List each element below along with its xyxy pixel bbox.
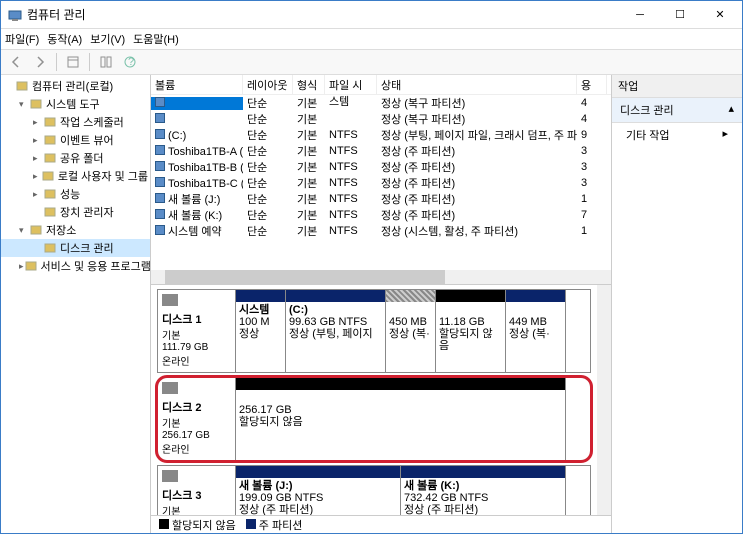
col-volume[interactable]: 볼륨 — [151, 75, 243, 94]
volume-row[interactable]: 새 볼륨 (K:)단순기본NTFS정상 (주 파티션)7 — [151, 207, 611, 223]
disk-label[interactable]: 디스크 2기본256.17 GB온라인 — [158, 378, 236, 460]
tree-item-1[interactable]: ▾시스템 도구 — [1, 95, 150, 113]
legend-unalloc: 할당되지 않음 — [172, 520, 236, 532]
partition[interactable]: 449 MB정상 (복· — [506, 290, 566, 372]
forward-button[interactable] — [29, 51, 51, 73]
menu-action[interactable]: 동작(A) — [47, 31, 82, 47]
minimize-button[interactable]: ─ — [620, 2, 660, 28]
partition[interactable]: 256.17 GB할당되지 않음 — [236, 378, 566, 460]
col-cap[interactable]: 용 — [577, 75, 607, 94]
tree-item-5[interactable]: ▸로컬 사용자 및 그룹 — [1, 167, 150, 185]
partition[interactable]: 새 볼륨 (K:)732.42 GB NTFS정상 (주 파티션) — [401, 466, 566, 515]
volume-row[interactable]: Toshiba1TB-A (D:)단순기본NTFS정상 (주 파티션)3 — [151, 143, 611, 159]
col-type[interactable]: 형식 — [293, 75, 325, 94]
disk-row-1[interactable]: 디스크 2기본256.17 GB온라인256.17 GB할당되지 않음 — [157, 377, 591, 461]
volume-row[interactable]: 단순기본정상 (복구 파티션)4 — [151, 95, 611, 111]
volume-list[interactable]: 볼륨 레이아웃 형식 파일 시스템 상태 용 단순기본정상 (복구 파티션)4단… — [151, 75, 611, 285]
menubar: 파일(F) 동작(A) 보기(V) 도움말(H) — [1, 29, 742, 49]
disk-row-0[interactable]: 디스크 1기본111.79 GB온라인시스템100 M정상(C:)99.63 G… — [157, 289, 591, 373]
volume-header[interactable]: 볼륨 레이아웃 형식 파일 시스템 상태 용 — [151, 75, 611, 95]
collapse-icon[interactable]: ▴ — [728, 102, 734, 118]
tree-item-8[interactable]: ▾저장소 — [1, 221, 150, 239]
menu-file[interactable]: 파일(F) — [5, 31, 39, 47]
tree-item-2[interactable]: ▸작업 스케줄러 — [1, 113, 150, 131]
close-button[interactable]: ✕ — [700, 2, 740, 28]
maximize-button[interactable]: ☐ — [660, 2, 700, 28]
view-button[interactable] — [62, 51, 84, 73]
disk-label[interactable]: 디스크 1기본111.79 GB온라인 — [158, 290, 236, 372]
col-fs[interactable]: 파일 시스템 — [325, 75, 377, 94]
v-scrollbar[interactable] — [597, 285, 611, 515]
toolbar: ? — [1, 49, 742, 75]
actions-title[interactable]: 디스크 관리 ▴ — [612, 98, 742, 123]
volume-row[interactable]: 시스템 예약단순기본NTFS정상 (시스템, 활성, 주 파티션)1 — [151, 223, 611, 239]
svg-text:?: ? — [128, 56, 134, 68]
tree-item-0[interactable]: 컴퓨터 관리(로컬) — [1, 77, 150, 95]
volume-row[interactable]: 단순기본정상 (복구 파티션)4 — [151, 111, 611, 127]
window-title: 컴퓨터 관리 — [27, 6, 620, 23]
refresh-button[interactable] — [95, 51, 117, 73]
back-button[interactable] — [5, 51, 27, 73]
nav-tree[interactable]: 컴퓨터 관리(로컬)▾시스템 도구▸작업 스케줄러▸이벤트 뷰어▸공유 폴더▸로… — [1, 75, 151, 533]
volume-row[interactable]: 새 볼륨 (J:)단순기본NTFS정상 (주 파티션)1 — [151, 191, 611, 207]
app-icon — [7, 7, 23, 23]
actions-more[interactable]: 기타 작업 ▸ — [612, 123, 742, 147]
menu-help[interactable]: 도움말(H) — [133, 31, 179, 47]
tree-item-4[interactable]: ▸공유 폴더 — [1, 149, 150, 167]
tree-item-3[interactable]: ▸이벤트 뷰어 — [1, 131, 150, 149]
tree-item-9[interactable]: 디스크 관리 — [1, 239, 150, 257]
actions-pane: 작업 디스크 관리 ▴ 기타 작업 ▸ — [612, 75, 742, 533]
col-layout[interactable]: 레이아웃 — [243, 75, 293, 94]
volume-row[interactable]: Toshiba1TB-C (G:)단순기본NTFS정상 (주 파티션)3 — [151, 175, 611, 191]
volume-row[interactable]: (C:)단순기본NTFS정상 (부팅, 페이지 파일, 크래시 덤프, 주 파티… — [151, 127, 611, 143]
legend: 할당되지 않음 주 파티션 — [151, 515, 611, 533]
help-button[interactable]: ? — [119, 51, 141, 73]
titlebar: 컴퓨터 관리 ─ ☐ ✕ — [1, 1, 742, 29]
legend-primary: 주 파티션 — [259, 520, 303, 532]
disk-row-2[interactable]: 디스크 3기본931.51 GB온라인새 볼륨 (J:)199.09 GB NT… — [157, 465, 591, 515]
partition[interactable]: 450 MB정상 (복· — [386, 290, 436, 372]
partition[interactable]: 11.18 GB할당되지 않음 — [436, 290, 506, 372]
disk-label[interactable]: 디스크 3기본931.51 GB온라인 — [158, 466, 236, 515]
volume-row[interactable]: Toshiba1TB-B (F:)단순기본NTFS정상 (주 파티션)3 — [151, 159, 611, 175]
partition[interactable]: (C:)99.63 GB NTFS정상 (부팅, 페이지 — [286, 290, 386, 372]
tree-item-10[interactable]: ▸서비스 및 응용 프로그램 — [1, 257, 150, 275]
menu-view[interactable]: 보기(V) — [90, 31, 125, 47]
h-scrollbar[interactable] — [151, 270, 611, 284]
disk-graphical-view[interactable]: 디스크 1기본111.79 GB온라인시스템100 M정상(C:)99.63 G… — [151, 285, 611, 515]
tree-item-7[interactable]: 장치 관리자 — [1, 203, 150, 221]
chevron-right-icon: ▸ — [722, 127, 728, 140]
tree-item-6[interactable]: ▸성능 — [1, 185, 150, 203]
partition[interactable]: 시스템100 M정상 — [236, 290, 286, 372]
partition[interactable]: 새 볼륨 (J:)199.09 GB NTFS정상 (주 파티션) — [236, 466, 401, 515]
actions-header: 작업 — [612, 75, 742, 98]
col-status[interactable]: 상태 — [377, 75, 577, 94]
